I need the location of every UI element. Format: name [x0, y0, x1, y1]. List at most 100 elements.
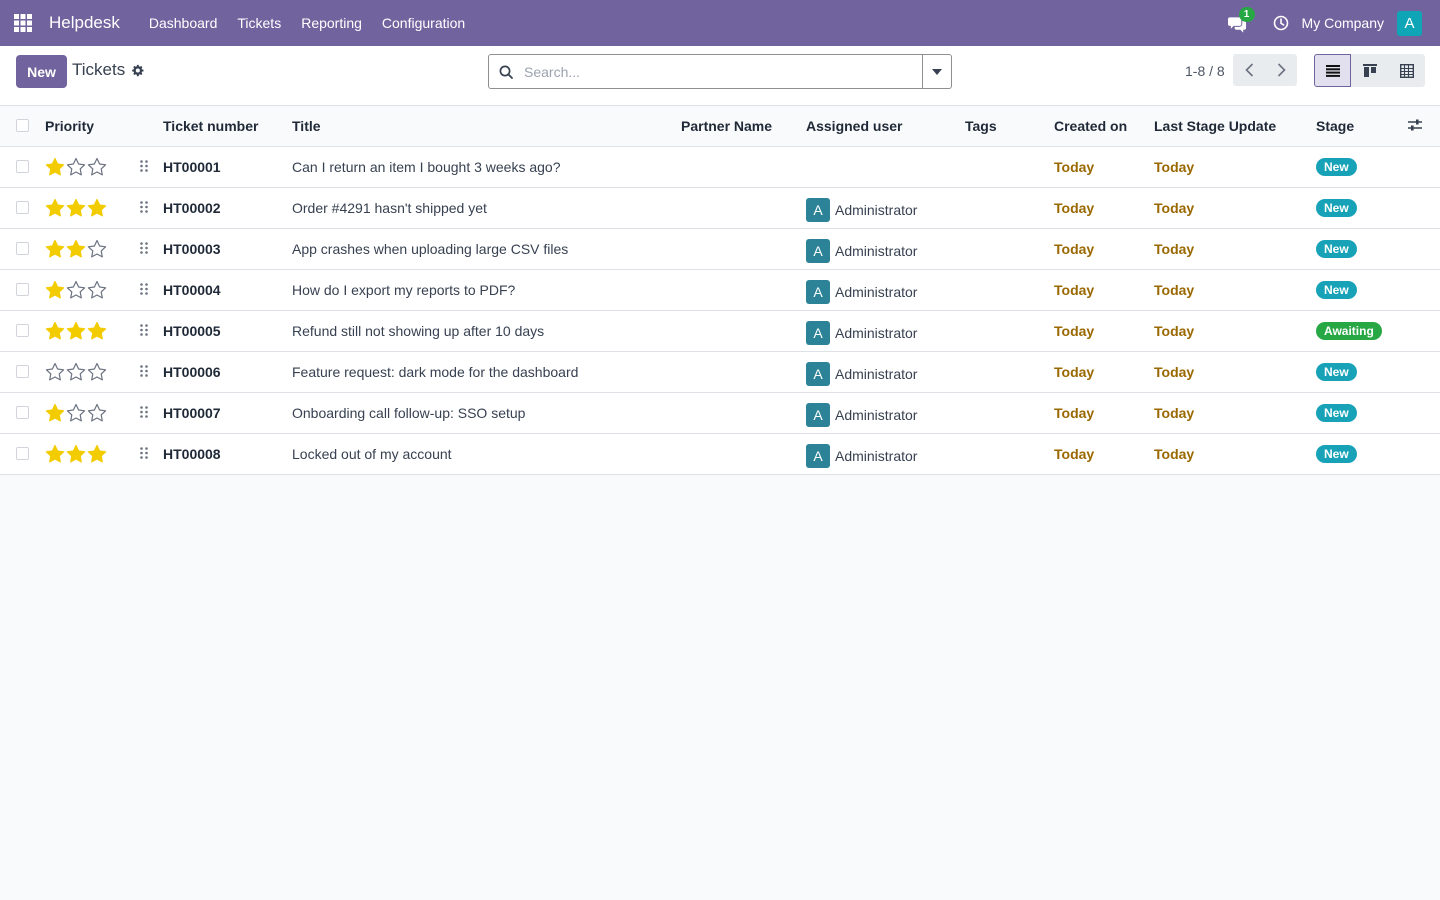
menu-reporting[interactable]: Reporting: [291, 0, 372, 46]
search-options-toggle[interactable]: [922, 55, 951, 88]
company-switcher[interactable]: My Company: [1302, 15, 1384, 31]
activity-button[interactable]: [1272, 14, 1290, 32]
table-row[interactable]: HT00006 Feature request: dark mode for th…: [0, 351, 1440, 392]
assigned-user[interactable]: A Administrator: [806, 399, 965, 427]
pager-next-button[interactable]: [1265, 54, 1297, 86]
pager-value[interactable]: 1-8 / 8: [1185, 63, 1225, 79]
drag-handle-icon[interactable]: [140, 446, 148, 459]
table-row[interactable]: HT00007 Onboarding call follow-up: SSO se…: [0, 392, 1440, 433]
list-view-button[interactable]: [1314, 54, 1351, 87]
assigned-user-name: Administrator: [835, 447, 918, 464]
column-created-on[interactable]: Created on: [1054, 106, 1154, 147]
row-checkbox[interactable]: [16, 201, 29, 214]
priority-star-icon[interactable]: [66, 239, 86, 258]
menu-dashboard[interactable]: Dashboard: [139, 0, 228, 46]
priority-star-icon[interactable]: [45, 239, 65, 258]
drag-handle-icon[interactable]: [140, 282, 148, 295]
pivot-view-button[interactable]: [1388, 54, 1425, 87]
stage-badge[interactable]: Awaiting: [1316, 321, 1382, 340]
drag-handle-icon[interactable]: [140, 159, 148, 172]
priority-star-icon[interactable]: [87, 239, 107, 258]
search-input[interactable]: [523, 55, 922, 88]
priority-star-icon[interactable]: [45, 403, 65, 422]
priority-star-icon[interactable]: [66, 362, 86, 381]
kanban-view-button[interactable]: [1351, 54, 1388, 87]
table-row[interactable]: HT00002 Order #4291 hasn't shipped yet A Ad…: [0, 187, 1440, 228]
row-checkbox[interactable]: [16, 324, 29, 337]
table-row[interactable]: HT00004 How do I export my reports to PDF…: [0, 269, 1440, 310]
priority-star-icon[interactable]: [45, 280, 65, 299]
column-last-stage-update[interactable]: Last Stage Update: [1154, 106, 1316, 147]
priority-star-icon[interactable]: [87, 444, 107, 463]
priority-stars: [45, 362, 137, 381]
menu-configuration[interactable]: Configuration: [372, 0, 475, 46]
priority-star-icon[interactable]: [87, 198, 107, 217]
priority-star-icon[interactable]: [66, 403, 86, 422]
priority-star-icon[interactable]: [87, 403, 107, 422]
stage-badge[interactable]: New: [1316, 239, 1357, 258]
table-row[interactable]: HT00005 Refund still not showing up after…: [0, 310, 1440, 351]
column-ticket-number[interactable]: Ticket number: [163, 106, 292, 147]
priority-star-icon[interactable]: [66, 157, 86, 176]
assigned-user[interactable]: A Administrator: [806, 194, 965, 222]
row-checkbox[interactable]: [16, 160, 29, 173]
row-checkbox[interactable]: [16, 242, 29, 255]
priority-star-icon[interactable]: [45, 362, 65, 381]
stage-badge[interactable]: New: [1316, 280, 1357, 299]
stage-badge[interactable]: New: [1316, 157, 1357, 176]
drag-handle-icon[interactable]: [140, 200, 148, 213]
apps-grid-icon[interactable]: [0, 0, 46, 46]
menu-tickets[interactable]: Tickets: [227, 0, 291, 46]
row-checkbox[interactable]: [16, 283, 29, 296]
priority-star-icon[interactable]: [66, 444, 86, 463]
drag-handle-icon[interactable]: [140, 405, 148, 418]
user-avatar: A: [806, 197, 830, 222]
priority-star-icon[interactable]: [45, 157, 65, 176]
select-all-checkbox[interactable]: [16, 119, 29, 133]
priority-star-icon[interactable]: [87, 362, 107, 381]
stage-badge[interactable]: New: [1316, 444, 1357, 463]
table-row[interactable]: HT00001 Can I return an item I bought 3 w…: [0, 146, 1440, 187]
row-checkbox[interactable]: [16, 406, 29, 419]
messaging-button[interactable]: 1: [1227, 7, 1255, 34]
created-on: Today: [1054, 240, 1095, 257]
row-checkbox[interactable]: [16, 447, 29, 460]
table-row[interactable]: HT00008 Locked out of my account A Administ…: [0, 433, 1440, 474]
stage-badge[interactable]: New: [1316, 198, 1357, 217]
priority-star-icon[interactable]: [87, 321, 107, 340]
ticket-number: HT00008: [163, 445, 221, 462]
row-checkbox[interactable]: [16, 365, 29, 378]
priority-star-icon[interactable]: [66, 280, 86, 299]
assigned-user[interactable]: A Administrator: [806, 358, 965, 386]
new-button[interactable]: New: [16, 55, 67, 88]
drag-handle-icon[interactable]: [140, 364, 148, 377]
user-avatar[interactable]: A: [1397, 10, 1422, 36]
priority-star-icon[interactable]: [87, 280, 107, 299]
column-priority[interactable]: Priority: [45, 106, 137, 147]
gear-icon[interactable]: [131, 64, 144, 77]
column-tags[interactable]: Tags: [965, 106, 1054, 147]
stage-badge[interactable]: New: [1316, 403, 1357, 422]
user-avatar: A: [806, 320, 830, 345]
priority-star-icon[interactable]: [66, 321, 86, 340]
column-stage[interactable]: Stage: [1316, 106, 1408, 147]
priority-star-icon[interactable]: [45, 198, 65, 217]
column-title[interactable]: Title: [292, 106, 681, 147]
stage-badge[interactable]: New: [1316, 362, 1357, 381]
column-partner-name[interactable]: Partner Name: [681, 106, 806, 147]
pager-previous-button[interactable]: [1233, 54, 1265, 86]
column-assigned-user[interactable]: Assigned user: [806, 106, 965, 147]
assigned-user[interactable]: A Administrator: [806, 317, 965, 345]
priority-star-icon[interactable]: [66, 198, 86, 217]
app-name[interactable]: Helpdesk: [49, 13, 120, 33]
priority-star-icon[interactable]: [87, 157, 107, 176]
table-row[interactable]: HT00003 App crashes when uploading large …: [0, 228, 1440, 269]
priority-star-icon[interactable]: [45, 444, 65, 463]
optional-columns-toggle[interactable]: [1408, 106, 1440, 147]
assigned-user[interactable]: A Administrator: [806, 235, 965, 263]
drag-handle-icon[interactable]: [140, 241, 148, 254]
assigned-user[interactable]: A Administrator: [806, 440, 965, 468]
assigned-user[interactable]: A Administrator: [806, 276, 965, 304]
drag-handle-icon[interactable]: [140, 323, 148, 336]
priority-star-icon[interactable]: [45, 321, 65, 340]
